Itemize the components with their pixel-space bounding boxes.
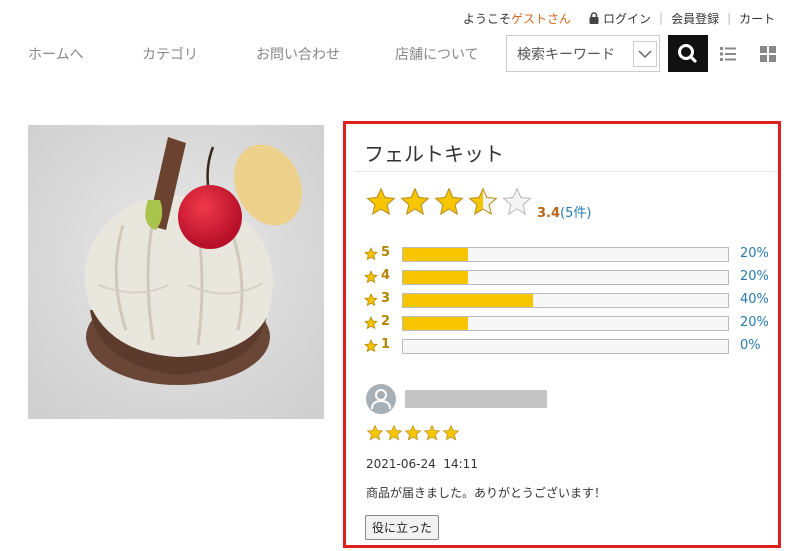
user-links: ようこそ ゲストさん ログイン | 会員登録 | カート (463, 10, 775, 26)
product-title: フェルトキット (364, 142, 504, 166)
star-icon (364, 338, 378, 357)
register-link[interactable]: 会員登録 (671, 10, 719, 27)
rating-bar-fill (403, 317, 468, 330)
felt-cake-image (28, 125, 324, 419)
list-view-icon[interactable] (719, 45, 737, 63)
rating-bar (402, 247, 729, 262)
rating-row-stars: 5 (381, 245, 391, 260)
rating-row-1: 1 0% (364, 337, 784, 355)
star-full-icon (366, 424, 384, 441)
chevron-down-icon[interactable] (633, 41, 657, 67)
rating-row-stars: 3 (381, 291, 391, 306)
review-text: 商品が届きました。ありがとうございます！ (366, 486, 607, 500)
star-full-icon (385, 424, 403, 441)
rating-row-5: 5 20% (364, 245, 784, 263)
rating-bar-fill (403, 294, 533, 307)
helpful-button[interactable]: 役に立った (365, 515, 440, 540)
welcome-text: ようこそ (463, 11, 512, 26)
rating-bar (402, 316, 729, 331)
rating-row-percent[interactable]: 20% (740, 246, 769, 261)
star-icon (364, 292, 378, 311)
star-half-icon (468, 187, 498, 216)
reviewer-avatar (366, 384, 396, 414)
grid-view-icon[interactable] (759, 45, 777, 63)
star-icon (364, 315, 378, 334)
rating-row-2: 2 20% (364, 314, 784, 332)
average-value: 3.4 (537, 206, 561, 221)
star-full-icon (434, 187, 464, 216)
star-icon (364, 246, 378, 265)
rating-bar-fill (403, 271, 468, 284)
star-full-icon (404, 424, 422, 441)
rating-row-stars: 2 (381, 314, 391, 329)
review-count-link[interactable]: (5件) (560, 206, 591, 221)
star-full-icon (400, 187, 430, 216)
star-icon (364, 269, 378, 288)
login-link[interactable]: ログイン (603, 10, 651, 27)
star-full-icon (366, 187, 396, 216)
rating-row-percent[interactable]: 40% (740, 292, 769, 307)
rating-bar (402, 270, 729, 285)
nav-item-category[interactable]: カテゴリ (142, 44, 198, 64)
lock-icon (589, 12, 599, 24)
rating-bar-fill (403, 248, 468, 261)
reviewer-name-redacted (405, 390, 547, 408)
rating-row-percent[interactable]: 20% (740, 315, 769, 330)
cart-link[interactable]: カート (739, 10, 775, 27)
divider (354, 171, 778, 172)
rating-row-4: 4 20% (364, 268, 784, 286)
search-button[interactable] (668, 35, 708, 72)
rating-row-stars: 4 (381, 268, 391, 283)
star-full-icon (423, 424, 441, 441)
nav-item-contact[interactable]: お問い合わせ (256, 44, 340, 64)
rating-row-percent[interactable]: 0% (740, 338, 761, 353)
review-panel: フェルトキット 3.4(5件) 5 20% 4 20% 3 40% 2 20% 1 0% 2021… (343, 121, 781, 548)
nav-item-home[interactable]: ホームへ (28, 44, 84, 64)
average-rating: 3.4(5件) (537, 202, 591, 221)
search-placeholder: 検索キーワード (517, 47, 615, 63)
star-empty-icon (502, 187, 532, 216)
nav-item-about-store[interactable]: 店舗について (395, 44, 479, 64)
rating-row-percent[interactable]: 20% (740, 269, 769, 284)
rating-row-3: 3 40% (364, 291, 784, 309)
separator: | (727, 11, 732, 25)
rating-bar (402, 293, 729, 308)
search-icon (678, 44, 697, 63)
search-input[interactable]: 検索キーワード (506, 35, 660, 72)
review-date: 2021-06-24 14:11 (366, 457, 478, 471)
user-icon (371, 389, 391, 410)
separator: | (659, 11, 664, 25)
star-full-icon (442, 424, 460, 441)
rating-row-stars: 1 (381, 337, 391, 352)
rating-bar (402, 339, 729, 354)
guest-name: ゲストさん (511, 11, 572, 26)
product-image (28, 125, 324, 419)
